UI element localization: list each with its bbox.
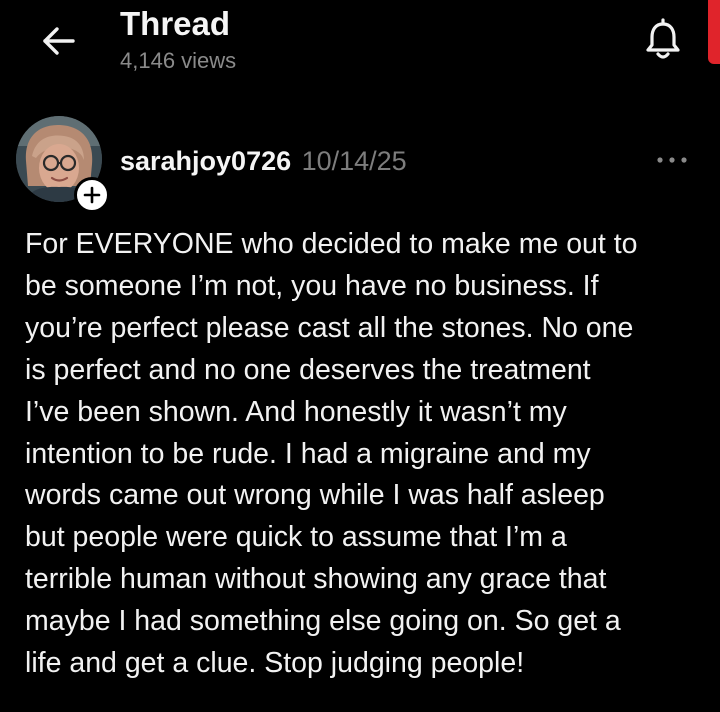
post-body-line: maybe I had something else going on. So …: [25, 605, 621, 638]
post-body: For EVERYONE who decided to make me out …: [25, 224, 705, 685]
follow-button[interactable]: [74, 177, 110, 213]
edge-accent-strip: [708, 0, 720, 64]
post-body-line: I’ve been shown. And honestly it wasn’t …: [25, 395, 567, 428]
post-body-line: but people were quick to assume that I’m…: [25, 521, 567, 554]
post-timestamp: 10/14/25: [301, 146, 407, 176]
notifications-button[interactable]: [640, 16, 686, 62]
title-block: Thread 4,146 views: [120, 4, 236, 75]
arrow-left-icon: [43, 27, 75, 55]
post-body-line: terrible human without showing any grace…: [25, 563, 607, 596]
view-count: 4,146 views: [120, 48, 237, 73]
post-body-line: For EVERYONE who decided to make me out …: [25, 228, 638, 260]
post-body-line: life and get a clue. Stop judging people…: [25, 647, 525, 680]
plus-icon: [83, 186, 101, 204]
username-link[interactable]: sarahjoy0726: [120, 146, 291, 176]
back-button[interactable]: [38, 20, 80, 62]
post-meta: sarahjoy0726 10/14/25: [120, 144, 407, 183]
post-body-line: intention to be rude. I had a migraine a…: [25, 437, 591, 470]
ellipsis-icon: [657, 157, 687, 163]
page-title: Thread: [120, 5, 231, 42]
more-options-button[interactable]: [652, 148, 692, 172]
post-body-line: is perfect and no one deserves the treat…: [25, 353, 591, 386]
post-body-line: be someone I’m not, you have no business…: [25, 269, 599, 302]
post-body-line: you’re perfect please cast all the stone…: [25, 311, 634, 344]
thread-header: Thread 4,146 views: [0, 0, 720, 90]
post-body-line: words came out wrong while I was half as…: [25, 479, 605, 512]
bell-icon: [646, 18, 680, 59]
